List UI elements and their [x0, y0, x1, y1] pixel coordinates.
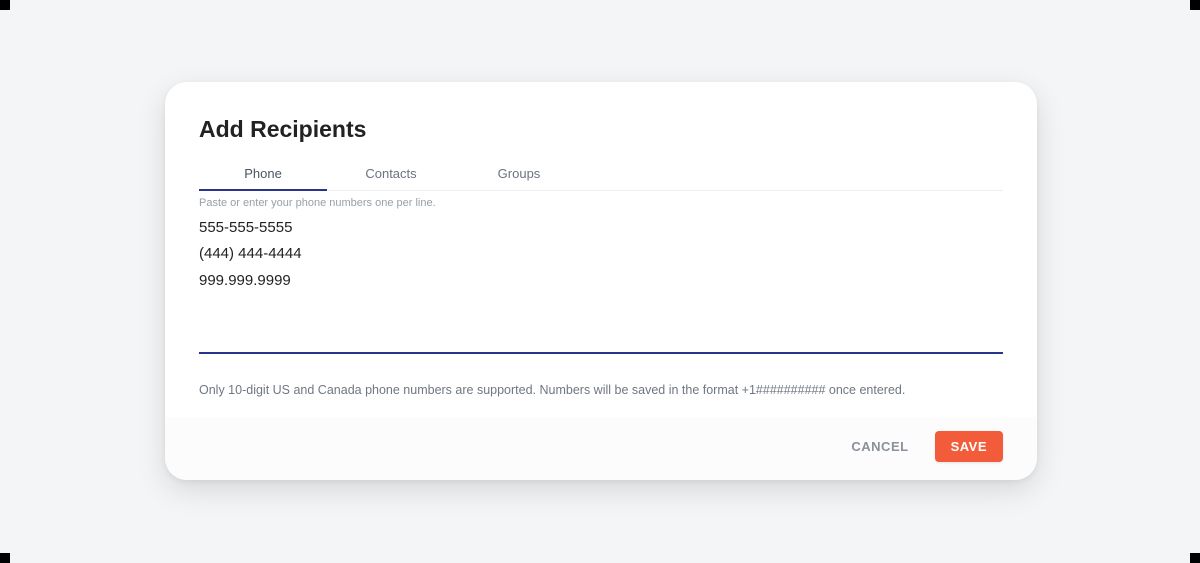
- tabs: Phone Contacts Groups: [199, 159, 1003, 191]
- modal-footer: CANCEL SAVE: [165, 417, 1037, 480]
- corner-decoration: [0, 553, 10, 563]
- modal-body: Add Recipients Phone Contacts Groups Pas…: [165, 82, 1037, 397]
- phone-field-label: Paste or enter your phone numbers one pe…: [199, 197, 1003, 209]
- tab-phone[interactable]: Phone: [199, 160, 327, 191]
- tab-contacts[interactable]: Contacts: [327, 160, 455, 191]
- save-button[interactable]: SAVE: [935, 431, 1003, 462]
- add-recipients-modal: Add Recipients Phone Contacts Groups Pas…: [165, 82, 1037, 480]
- corner-decoration: [1190, 0, 1200, 10]
- phone-numbers-input[interactable]: [199, 209, 1003, 354]
- corner-decoration: [1190, 553, 1200, 563]
- cancel-button[interactable]: CANCEL: [851, 439, 908, 454]
- modal-title: Add Recipients: [199, 116, 1003, 143]
- corner-decoration: [0, 0, 10, 10]
- tab-groups[interactable]: Groups: [455, 160, 583, 191]
- helper-text: Only 10-digit US and Canada phone number…: [199, 383, 1003, 397]
